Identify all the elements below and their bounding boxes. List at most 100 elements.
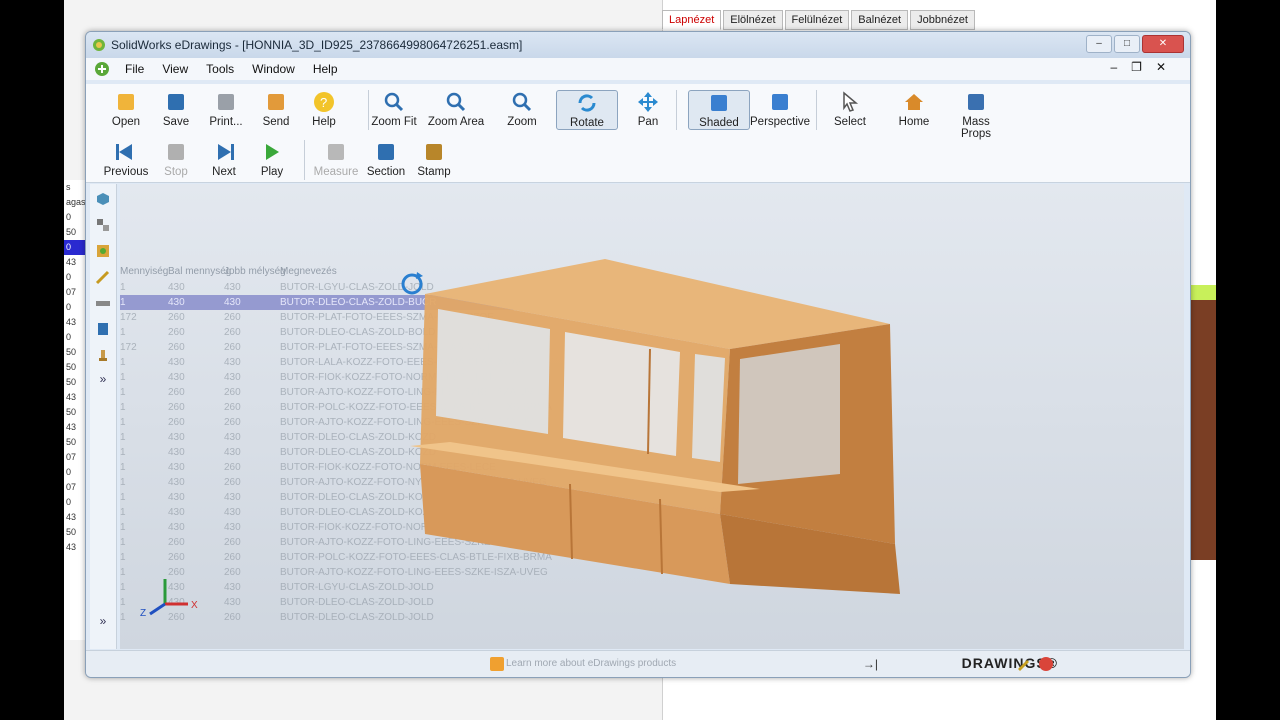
- edrawings-logo-icon: [93, 39, 105, 51]
- window-minimize-button[interactable]: –: [1086, 35, 1112, 53]
- stamp-label: Stamp: [417, 166, 451, 178]
- menu-file[interactable]: File: [116, 62, 153, 76]
- shaded-label: Shaded: [699, 117, 739, 129]
- sheets-icon[interactable]: [94, 242, 112, 260]
- play-icon: [266, 144, 279, 160]
- help-button[interactable]: ? Help: [294, 90, 354, 128]
- perspective-label: Perspective: [750, 116, 811, 128]
- play-label: Play: [260, 166, 284, 178]
- cabinet-3d-model[interactable]: X Z: [120, 184, 1184, 649]
- mdi-close-button[interactable]: ✕: [1156, 60, 1166, 74]
- brand-arrow-icon: →|: [862, 657, 878, 671]
- pencil-icon[interactable]: [1016, 657, 1030, 671]
- section-label: Section: [366, 166, 406, 178]
- rotate-label: Rotate: [570, 117, 604, 129]
- zoom-fit-icon: [384, 92, 404, 112]
- pan-label: Pan: [637, 116, 659, 128]
- menu-window[interactable]: Window: [243, 62, 304, 76]
- menu-view[interactable]: View: [153, 62, 197, 76]
- previous-label: Previous: [103, 166, 149, 178]
- section-icon: [378, 144, 394, 160]
- status-bar: Learn more about eDrawings products →| D…: [86, 650, 1190, 677]
- pan-button[interactable]: Pan: [618, 90, 678, 128]
- mass-props-icon: [968, 94, 984, 110]
- measure-panel-icon[interactable]: [94, 294, 112, 312]
- mdi-minimize-button[interactable]: –: [1110, 60, 1117, 74]
- edrawings-window: SolidWorks eDrawings - [HONNIA_3D_ID925_…: [85, 31, 1191, 678]
- stamp-button[interactable]: Stamp: [404, 140, 464, 178]
- document-icon[interactable]: [94, 61, 110, 77]
- rotate-button[interactable]: Rotate: [556, 90, 618, 130]
- zoom-icon: [512, 92, 532, 112]
- zoom-button[interactable]: Zoom: [492, 90, 552, 128]
- configurations-icon[interactable]: [94, 216, 112, 234]
- home-label: Home: [898, 116, 930, 128]
- status-message[interactable]: Learn more about eDrawings products: [506, 658, 676, 669]
- perspective-button[interactable]: Perspective: [750, 90, 810, 128]
- 3d-viewport[interactable]: Mennyiség Bal mennység Jobb mélység Megneve…: [120, 184, 1184, 649]
- view-tab[interactable]: Lapnézet: [662, 10, 722, 30]
- stop-markup-icon[interactable]: [1038, 656, 1054, 672]
- mass-props-button[interactable]: Mass Props: [946, 90, 1006, 140]
- view-tab[interactable]: Balnézet: [851, 10, 909, 30]
- help-icon: ?: [314, 92, 334, 112]
- stop-icon: [168, 144, 184, 160]
- view-tab[interactable]: Felülnézet: [784, 10, 850, 30]
- axis-triad-icon: X Z: [140, 579, 198, 619]
- components-icon[interactable]: [94, 190, 112, 208]
- next-icon: [218, 144, 234, 160]
- play-button[interactable]: Play: [242, 140, 302, 178]
- home-icon: [905, 94, 923, 110]
- open-label: Open: [111, 116, 141, 128]
- svg-text:?: ?: [320, 95, 327, 110]
- help-label: Help: [312, 116, 336, 128]
- title-bar: SolidWorks eDrawings - [HONNIA_3D_ID925_…: [86, 32, 1190, 58]
- send-label: Send: [262, 116, 290, 128]
- window-close-button[interactable]: ✕: [1142, 35, 1184, 53]
- home-button[interactable]: Home: [884, 90, 944, 128]
- save-icon: [168, 94, 184, 110]
- stop-label: Stop: [164, 166, 188, 178]
- window-title: SolidWorks eDrawings - [HONNIA_3D_ID925_…: [111, 38, 523, 52]
- rss-icon[interactable]: [490, 657, 504, 671]
- next-label: Next: [212, 166, 236, 178]
- expand-panel-icon[interactable]: »: [90, 372, 116, 386]
- select-label: Select: [834, 116, 866, 128]
- mass-props-label: Mass Props: [960, 116, 992, 140]
- previous-icon: [116, 144, 132, 160]
- print-label: Print...: [209, 116, 243, 128]
- stamp-icon: [426, 144, 442, 160]
- side-panel-toolbar: » »: [90, 184, 117, 649]
- zoom-area-button[interactable]: Zoom Area: [426, 90, 486, 128]
- send-icon: [268, 94, 284, 110]
- expand-lower-panel-icon[interactable]: »: [90, 614, 116, 628]
- rotate-cursor-icon: [401, 272, 423, 295]
- save-label: Save: [162, 116, 190, 128]
- menu-bar: File View Tools Window Help – ❐ ✕: [86, 58, 1190, 80]
- shaded-icon: [711, 95, 727, 111]
- measure-label: Measure: [313, 166, 359, 178]
- mdi-restore-button[interactable]: ❐: [1131, 60, 1142, 74]
- shaded-button[interactable]: Shaded: [688, 90, 750, 130]
- svg-text:Z: Z: [140, 608, 146, 619]
- menu-tools[interactable]: Tools: [197, 62, 243, 76]
- window-restore-button[interactable]: □: [1114, 35, 1140, 53]
- zoom-fit-label: Zoom Fit: [371, 116, 417, 128]
- stamp-panel-icon[interactable]: [94, 346, 112, 364]
- folder-icon: [118, 94, 134, 110]
- print-icon: [218, 94, 234, 110]
- zoom-fit-button[interactable]: Zoom Fit: [364, 90, 424, 128]
- zoom-label: Zoom: [507, 116, 537, 128]
- zoom-area-icon: [446, 92, 466, 112]
- rotate-icon: [578, 94, 596, 112]
- pan-icon: [638, 92, 658, 112]
- section-panel-icon[interactable]: [94, 320, 112, 338]
- view-tab[interactable]: Jobbnézet: [910, 10, 975, 30]
- view-tab[interactable]: Elölnézet: [723, 10, 783, 30]
- menu-help[interactable]: Help: [304, 62, 347, 76]
- markup-icon[interactable]: [94, 268, 112, 286]
- measure-icon: [328, 144, 344, 160]
- select-button[interactable]: Select: [820, 90, 880, 128]
- zoom-area-label: Zoom Area: [427, 116, 485, 128]
- toolbar: Open Save Print... Send? Help Zoom Fit Zoom Ar…: [86, 84, 1190, 183]
